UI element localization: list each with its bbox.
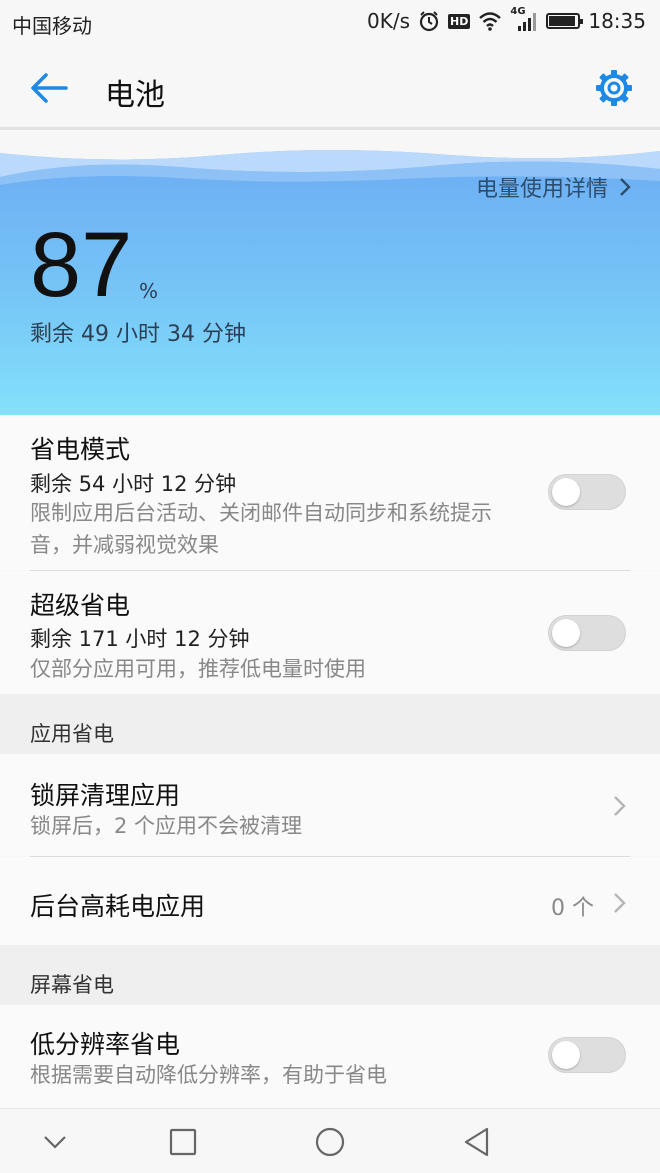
app-bar: 电池 [0, 46, 660, 130]
low-resolution-description: 根据需要自动降低分辨率，有助于省电 [30, 1063, 387, 1087]
power-saving-description: 限制应用后台活动、关闭邮件自动同步和系统提示音，并减弱视觉效果 [30, 501, 492, 557]
recent-apps-icon[interactable] [166, 1125, 200, 1159]
system-navigation-bar [0, 1108, 660, 1173]
home-icon[interactable] [313, 1125, 347, 1159]
carrier-name: 中国移动 [12, 14, 92, 38]
signal-bars-icon [518, 13, 537, 31]
settings-gear-icon[interactable] [594, 68, 634, 108]
ultra-saving-remaining: 剩余 171 小时 12 分钟 [30, 627, 250, 651]
low-resolution-title: 低分辨率省电 [30, 1030, 181, 1059]
power-saving-row[interactable]: 省电模式 剩余 54 小时 12 分钟 限制应用后台活动、关闭邮件自动同步和系统… [0, 415, 660, 571]
usage-details-label: 电量使用详情 [475, 177, 608, 202]
power-saving-title: 省电模式 [30, 435, 131, 464]
back-triangle-icon[interactable] [460, 1125, 494, 1159]
section-header-screen-saving: 屏幕省电 [0, 945, 660, 1005]
toggle-knob [552, 1041, 580, 1069]
battery-summary-panel: 电量使用详情 87 % 剩余 49 小时 34 分钟 [0, 133, 660, 415]
section-title: 应用省电 [30, 722, 114, 746]
battery-percent: 87 [30, 214, 133, 316]
ultra-saving-description: 仅部分应用可用，推荐低电量时使用 [30, 657, 366, 681]
battery-status-icon [546, 13, 584, 29]
lockscreen-cleanup-description: 锁屏后，2 个应用不会被清理 [30, 814, 303, 838]
network-speed: 0K/s [367, 9, 411, 33]
battery-remaining-time: 剩余 49 小时 34 分钟 [30, 322, 246, 347]
ultra-saving-toggle[interactable] [548, 615, 626, 651]
section-title: 屏幕省电 [30, 973, 114, 997]
status-bar: 中国移动 0K/s HD 4G 18:35 [0, 0, 660, 46]
section-header-app-saving: 应用省电 [0, 694, 660, 754]
clock: 18:35 [588, 9, 646, 33]
signal-icon: 4G [510, 6, 538, 32]
alarm-icon [419, 11, 439, 32]
lockscreen-cleanup-row[interactable]: 锁屏清理应用 锁屏后，2 个应用不会被清理 [0, 754, 660, 857]
chevron-right-icon [614, 796, 626, 816]
usage-details-link[interactable]: 电量使用详情 [476, 171, 632, 203]
background-heavy-title: 后台高耗电应用 [30, 892, 206, 921]
ultra-saving-title: 超级省电 [30, 591, 131, 620]
back-arrow-icon[interactable] [26, 68, 72, 108]
power-saving-remaining: 剩余 54 小时 12 分钟 [30, 472, 237, 496]
wifi-icon [479, 12, 502, 31]
chevron-down-icon[interactable] [38, 1125, 72, 1159]
percent-unit: % [139, 279, 159, 303]
page-title: 电池 [105, 78, 165, 113]
ultra-saving-row[interactable]: 超级省电 剩余 171 小时 12 分钟 仅部分应用可用，推荐低电量时使用 [0, 571, 660, 694]
toggle-knob [552, 619, 580, 647]
chevron-right-icon [614, 893, 626, 913]
chevron-right-icon [620, 178, 631, 196]
low-resolution-toggle[interactable] [548, 1037, 626, 1073]
power-saving-toggle[interactable] [548, 474, 626, 510]
background-heavy-apps-row[interactable]: 后台高耗电应用 0 个 [0, 857, 660, 945]
background-heavy-count: 0 个 [551, 896, 594, 921]
status-icons: 0K/s HD 4G 18:35 [367, 6, 646, 33]
low-resolution-row[interactable]: 低分辨率省电 根据需要自动降低分辨率，有助于省电 [0, 1005, 660, 1108]
lockscreen-cleanup-title: 锁屏清理应用 [30, 781, 181, 810]
toggle-knob [552, 478, 580, 506]
hd-icon: HD [448, 13, 471, 29]
